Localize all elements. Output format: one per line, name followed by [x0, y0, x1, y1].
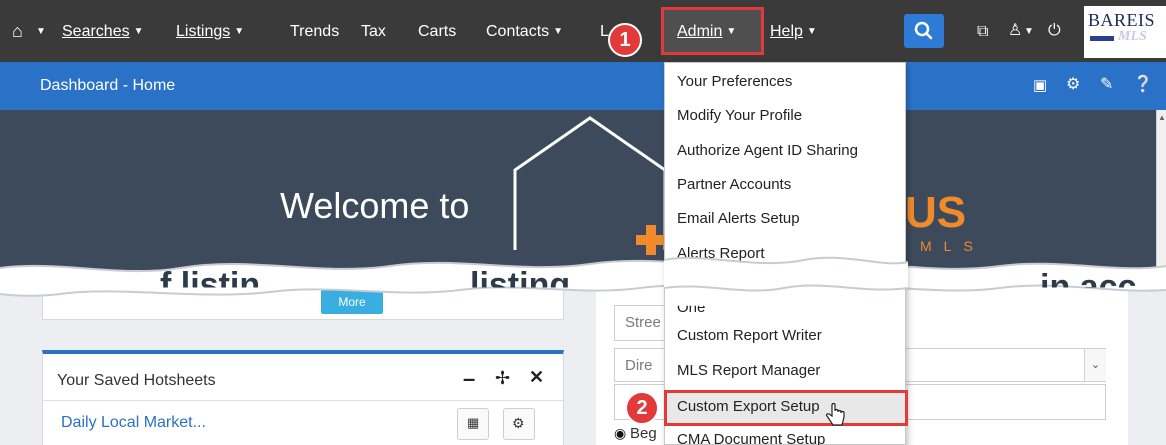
- user-dropdown-caret-icon[interactable]: ▼: [1024, 22, 1034, 42]
- menu-torn-edge: [664, 256, 908, 292]
- hotsheet-link[interactable]: Daily Local Market...: [61, 414, 206, 432]
- chevron-down-icon: ▼: [133, 26, 144, 37]
- nav-admin-label: Admin: [677, 23, 723, 40]
- close-icon[interactable]: ✕: [529, 367, 544, 388]
- nav-searches[interactable]: Searches ▼: [62, 22, 144, 42]
- menu-item-mls-report-manager[interactable]: MLS Report Manager: [677, 362, 820, 379]
- pencil-icon[interactable]: ✎: [1100, 75, 1113, 95]
- home-dropdown-caret-icon[interactable]: ▼: [36, 22, 46, 42]
- dashboard-title-bar: Dashboard - Home ▣ ⚙ ✎ ❔: [0, 62, 1166, 110]
- calendar-button[interactable]: ▦: [457, 408, 489, 440]
- panel-title: Your Saved Hotsheets: [57, 372, 216, 389]
- search-icon: [914, 21, 933, 40]
- user-icon[interactable]: ♙: [1008, 21, 1022, 41]
- chevron-down-icon[interactable]: ⌄: [1084, 349, 1106, 381]
- nav-contacts[interactable]: Contacts ▼: [486, 22, 563, 42]
- saved-hotsheets-panel: Your Saved Hotsheets – ✢ ✕ Daily Local M…: [42, 350, 564, 445]
- menu-item-your-preferences[interactable]: Your Preferences: [677, 73, 792, 90]
- nav-help[interactable]: Help ▼: [770, 22, 817, 42]
- hand-pointer-icon: [826, 403, 845, 426]
- chevron-down-icon: ▼: [806, 26, 817, 37]
- logo-stripe: [1090, 36, 1114, 41]
- radio-label: Beg: [630, 425, 657, 442]
- menu-item-authorize-agent-id[interactable]: Authorize Agent ID Sharing: [677, 142, 858, 159]
- radio-button[interactable]: ◉: [614, 425, 626, 442]
- bareis-logo: BAREIS MLS: [1084, 6, 1166, 58]
- page-title: Dashboard - Home: [40, 77, 176, 94]
- nav-listings-label: Listings: [176, 23, 231, 40]
- nav-carts[interactable]: Carts: [418, 22, 456, 42]
- welcome-text: Welcome to: [280, 185, 470, 226]
- power-icon[interactable]: ⏻: [1048, 21, 1061, 41]
- nav-listings[interactable]: Listings ▼: [176, 22, 244, 42]
- chevron-down-icon: ▼: [234, 26, 245, 37]
- menu-item-custom-export-setup[interactable]: Custom Export Setup: [677, 398, 820, 415]
- menu-item-custom-report-writer[interactable]: Custom Report Writer: [677, 327, 822, 344]
- top-nav-bar: ⌂ ▼ Searches ▼ Listings ▼ Trends Tax Carts…: [0, 0, 1166, 62]
- move-icon[interactable]: ✢: [495, 368, 510, 389]
- menu-item-email-alerts-setup[interactable]: Email Alerts Setup: [677, 210, 800, 227]
- chevron-down-icon: ▼: [726, 26, 737, 37]
- scroll-up-icon[interactable]: ▲: [1158, 113, 1166, 122]
- search-button[interactable]: [904, 14, 944, 48]
- step-badge-1: 1: [608, 23, 642, 57]
- step-badge-2: 2: [625, 391, 659, 425]
- menu-item-partner-accounts[interactable]: Partner Accounts: [677, 176, 791, 193]
- menu-item-cma-document-setup[interactable]: CMA Document Setup: [677, 431, 825, 445]
- external-link-icon[interactable]: ⧉: [977, 22, 988, 42]
- home-icon[interactable]: ⌂: [12, 21, 23, 41]
- menu-item-modify-profile[interactable]: Modify Your Profile: [677, 107, 802, 124]
- gear-icon: ⚙: [512, 415, 525, 431]
- gear-icon[interactable]: ⚙: [1066, 75, 1080, 95]
- logo-text-bareis: BAREIS: [1088, 10, 1156, 30]
- image-icon[interactable]: ▣: [1033, 76, 1047, 96]
- nav-contacts-label: Contacts: [486, 23, 550, 40]
- minimize-icon[interactable]: –: [463, 366, 475, 392]
- screenshot-root: ⌂ ▼ Searches ▼ Listings ▼ Trends Tax Carts…: [0, 0, 1166, 445]
- nav-searches-label: Searches: [62, 23, 130, 40]
- nav-trends[interactable]: Trends: [290, 22, 339, 42]
- custom-export-highlight[interactable]: Custom Export Setup: [664, 390, 908, 426]
- nav-admin[interactable]: Admin ▼: [677, 22, 736, 42]
- nav-tax[interactable]: Tax: [361, 22, 386, 42]
- calendar-icon: ▦: [467, 415, 480, 430]
- settings-button[interactable]: ⚙: [503, 408, 535, 440]
- chevron-down-icon: ▼: [553, 26, 564, 37]
- logo-text-mls: MLS: [1118, 29, 1147, 44]
- nav-help-label: Help: [770, 23, 803, 40]
- help-icon[interactable]: ❔: [1133, 75, 1153, 95]
- divider: [43, 400, 563, 401]
